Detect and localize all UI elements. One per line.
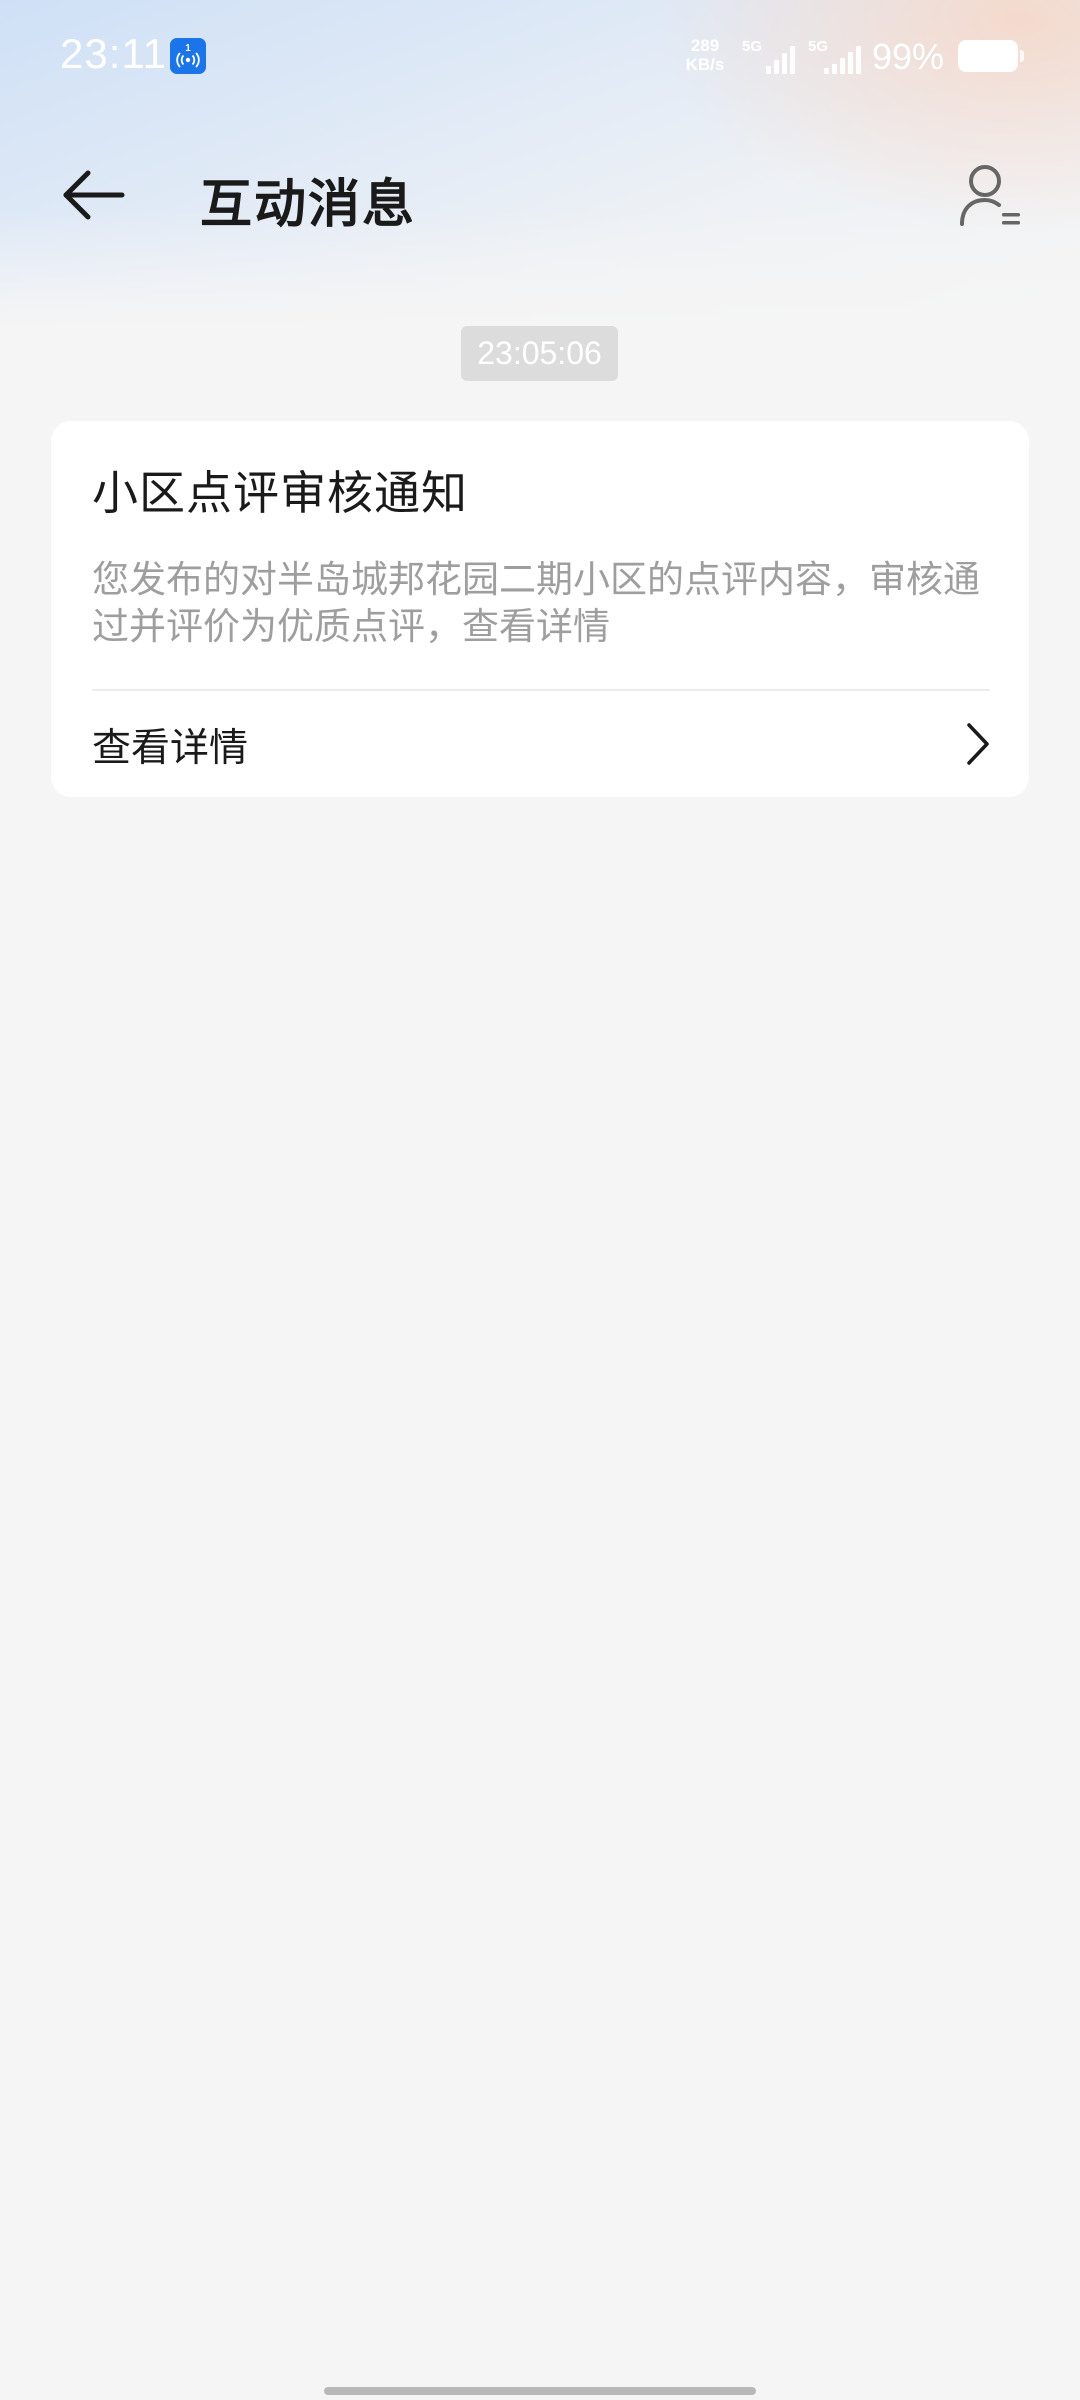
page-title: 互动消息 [200, 175, 417, 235]
notification-title: 小区点评审核通知 [92, 466, 468, 520]
signal-bars-icon [824, 46, 861, 74]
status-bar: 23:11 1 289 KB/s 5G 5G 99% [0, 0, 1080, 115]
hotspot-icon: 1 [170, 38, 206, 74]
battery-icon [958, 40, 1024, 72]
notification-body: 您发布的对半岛城邦花园二期小区的点评内容，审核通过并评价为优质点评，查看详情 [92, 558, 980, 648]
contact-settings-button[interactable] [950, 158, 1026, 234]
status-time: 23:11 [60, 30, 167, 77]
signal-bars-icon [766, 46, 795, 74]
back-button[interactable] [58, 160, 138, 230]
svg-text:1: 1 [185, 43, 191, 54]
signal-sim1: 5G [742, 38, 796, 76]
message-timestamp: 23:05:06 [461, 326, 618, 381]
signal-sim2: 5G [808, 38, 862, 76]
network-speed-unit: KB/s [685, 55, 725, 74]
battery-percentage: 99% [872, 36, 945, 77]
view-details-label: 查看详情 [92, 726, 249, 771]
home-indicator[interactable] [324, 2387, 756, 2395]
network-speed: 289 KB/s [682, 36, 728, 74]
network-speed-value: 289 [690, 36, 720, 55]
notification-card[interactable]: 小区点评审核通知 您发布的对半岛城邦花园二期小区的点评内容，审核通过并评价为优质… [51, 421, 1029, 797]
user-settings-icon [960, 165, 1020, 226]
chevron-right-icon [967, 723, 989, 765]
view-details-link[interactable]: 查看详情 [51, 691, 1029, 797]
arrow-left-icon [63, 170, 125, 220]
